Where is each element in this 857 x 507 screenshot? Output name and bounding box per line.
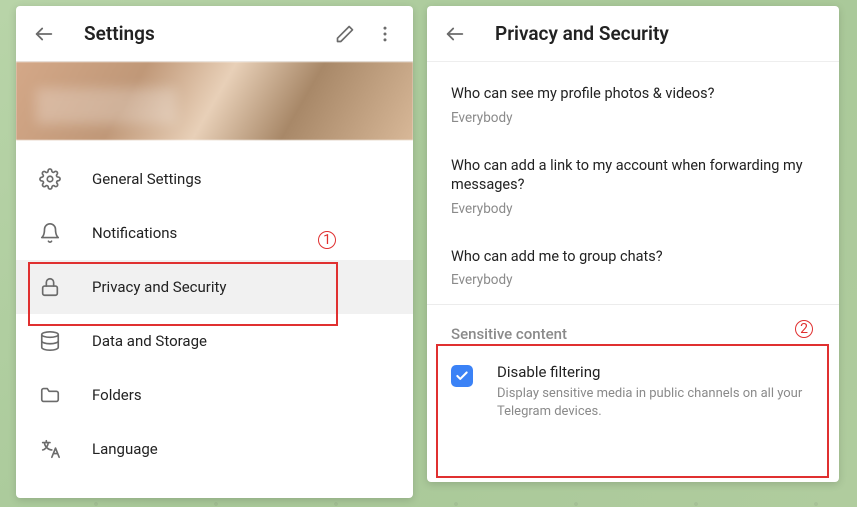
settings-header: Settings xyxy=(16,6,413,62)
lock-icon xyxy=(38,275,62,299)
privacy-item-forward-link[interactable]: Who can add a link to my account when fo… xyxy=(427,142,839,233)
annotation-number-2: 2 xyxy=(795,320,813,338)
settings-item-label: General Settings xyxy=(92,170,202,188)
arrow-left-icon xyxy=(33,23,55,45)
folder-icon xyxy=(38,383,62,407)
back-button[interactable] xyxy=(435,14,475,54)
settings-item-privacy[interactable]: Privacy and Security xyxy=(16,260,413,314)
settings-item-label: Data and Storage xyxy=(92,332,207,350)
disable-filtering-checkbox[interactable] xyxy=(451,365,473,387)
settings-list: General Settings Notifications Privacy a… xyxy=(16,140,413,488)
settings-item-notifications[interactable]: Notifications xyxy=(16,206,413,260)
settings-item-language[interactable]: Language xyxy=(16,422,413,476)
settings-title: Settings xyxy=(84,22,325,45)
privacy-question: Who can see my profile photos & videos? xyxy=(451,84,815,104)
privacy-value: Everybody xyxy=(451,272,815,288)
privacy-title: Privacy and Security xyxy=(495,22,831,45)
profile-banner[interactable] xyxy=(16,62,413,140)
more-vertical-icon xyxy=(375,24,395,44)
check-label: Disable filtering xyxy=(497,363,815,381)
settings-item-general[interactable]: General Settings xyxy=(16,152,413,206)
annotation-number-1: 1 xyxy=(318,231,336,249)
settings-item-label: Language xyxy=(92,440,158,458)
edit-button[interactable] xyxy=(325,14,365,54)
database-icon xyxy=(38,329,62,353)
settings-item-label: Notifications xyxy=(92,224,177,242)
privacy-item-groups[interactable]: Who can add me to group chats? Everybody xyxy=(427,233,839,305)
settings-item-data[interactable]: Data and Storage xyxy=(16,314,413,368)
more-button[interactable] xyxy=(365,14,405,54)
privacy-header: Privacy and Security xyxy=(427,6,839,62)
arrow-left-icon xyxy=(444,23,466,45)
language-icon xyxy=(38,437,62,461)
check-text: Disable filtering Display sensitive medi… xyxy=(497,363,815,420)
privacy-question: Who can add me to group chats? xyxy=(451,247,815,267)
privacy-question: Who can add a link to my account when fo… xyxy=(451,156,815,195)
back-button[interactable] xyxy=(24,14,64,54)
disable-filtering-row[interactable]: Disable filtering Display sensitive medi… xyxy=(427,349,839,440)
settings-panel: Settings General Settings Notifications … xyxy=(16,6,413,498)
check-icon xyxy=(455,369,469,383)
privacy-item-photos[interactable]: Who can see my profile photos & videos? … xyxy=(427,70,839,142)
privacy-value: Everybody xyxy=(451,201,815,217)
privacy-body: Who can see my profile photos & videos? … xyxy=(427,62,839,448)
settings-item-label: Privacy and Security xyxy=(92,278,227,296)
check-description: Display sensitive media in public channe… xyxy=(497,385,815,420)
bell-icon xyxy=(38,221,62,245)
settings-item-folders[interactable]: Folders xyxy=(16,368,413,422)
gear-icon xyxy=(38,167,62,191)
section-title-sensitive: Sensitive content xyxy=(427,305,839,349)
settings-item-label: Folders xyxy=(92,386,142,404)
privacy-value: Everybody xyxy=(451,110,815,126)
privacy-panel: Privacy and Security Who can see my prof… xyxy=(427,6,839,482)
pencil-icon xyxy=(335,24,355,44)
